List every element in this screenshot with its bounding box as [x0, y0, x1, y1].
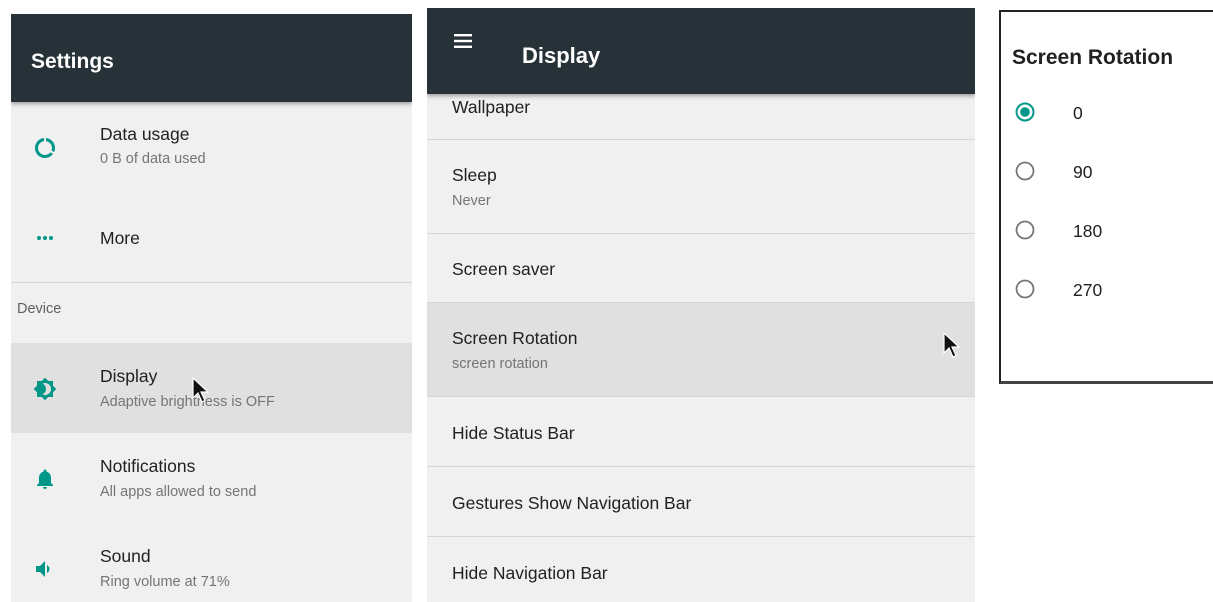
- display-item-sleep[interactable]: Sleep Never: [427, 140, 975, 234]
- rotation-option-label: 90: [1073, 162, 1093, 182]
- settings-app-bar: Settings: [11, 14, 412, 102]
- hide-nav-bar-title: Hide Navigation Bar: [452, 563, 608, 583]
- data-usage-subtitle: 0 B of data used: [100, 151, 206, 167]
- wallpaper-title: Wallpaper: [452, 97, 531, 117]
- display-item-screen-rotation[interactable]: Screen Rotation screen rotation: [427, 303, 975, 397]
- radio-unselected-icon[interactable]: [1014, 278, 1036, 300]
- sound-subtitle: Ring volume at 71%: [100, 574, 230, 590]
- device-section-header: Device: [17, 301, 62, 317]
- rotation-option-label: 180: [1073, 221, 1103, 241]
- bell-icon: [37, 469, 53, 489]
- sound-title: Sound: [100, 546, 151, 566]
- screen-rotation-dialog: Screen Rotation 0 90 180 270: [999, 10, 1213, 384]
- display-title: Display: [100, 366, 158, 386]
- display-item-gestures-nav-bar[interactable]: Gestures Show Navigation Bar: [427, 467, 975, 537]
- display-item-wallpaper[interactable]: Wallpaper: [427, 94, 975, 140]
- radio-unselected-icon[interactable]: [1014, 219, 1036, 241]
- gestures-nav-bar-title: Gestures Show Navigation Bar: [452, 493, 692, 513]
- display-item-hide-nav-bar[interactable]: Hide Navigation Bar: [427, 537, 975, 602]
- display-item-hide-status-bar[interactable]: Hide Status Bar: [427, 397, 975, 467]
- volume-icon: [36, 561, 50, 577]
- settings-item-notifications[interactable]: Notifications All apps allowed to send: [11, 433, 412, 523]
- display-item-screen-saver[interactable]: Screen saver: [427, 234, 975, 303]
- brightness-icon: [33, 377, 57, 401]
- rotation-option-label: 0: [1073, 103, 1083, 123]
- settings-item-sound[interactable]: Sound Ring volume at 71%: [11, 523, 412, 602]
- sleep-subtitle: Never: [452, 193, 491, 209]
- more-title: More: [100, 228, 140, 248]
- rotation-option-0[interactable]: 0: [1001, 92, 1213, 132]
- notifications-subtitle: All apps allowed to send: [100, 484, 257, 500]
- display-app-bar: Display: [427, 8, 975, 94]
- rotation-option-label: 270: [1073, 280, 1103, 300]
- display-subtitle: Adaptive brightness is OFF: [100, 394, 275, 410]
- display-title-bar: Display: [522, 43, 601, 68]
- rotation-option-180[interactable]: 180: [1001, 210, 1213, 250]
- mouse-cursor-icon: [192, 376, 210, 403]
- settings-title: Settings: [31, 50, 114, 73]
- screen-rotation-title: Screen Rotation: [452, 328, 578, 348]
- data-usage-title: Data usage: [100, 124, 190, 144]
- screen-rotation-subtitle: screen rotation: [452, 356, 548, 372]
- settings-panel: Settings Data usage 0 B of data used Mor…: [11, 14, 412, 602]
- mouse-cursor-icon: [943, 331, 961, 358]
- settings-item-data-usage[interactable]: Data usage 0 B of data used: [11, 102, 412, 192]
- hide-status-bar-title: Hide Status Bar: [452, 423, 575, 443]
- sleep-title: Sleep: [452, 165, 497, 185]
- more-dots-icon: [37, 236, 53, 240]
- hamburger-menu-icon[interactable]: [454, 34, 472, 48]
- notifications-title: Notifications: [100, 456, 196, 476]
- rotation-option-270[interactable]: 270: [1001, 269, 1213, 309]
- rotation-option-90[interactable]: 90: [1001, 151, 1213, 191]
- display-panel: Display Wallpaper Sleep Never Screen sav…: [427, 8, 975, 602]
- section-divider: [11, 282, 412, 283]
- settings-item-more[interactable]: More: [11, 192, 412, 282]
- data-usage-icon: [35, 138, 55, 158]
- screen-saver-title: Screen saver: [452, 259, 556, 279]
- rotation-dialog-title: Screen Rotation: [1012, 46, 1174, 69]
- radio-unselected-icon[interactable]: [1014, 160, 1036, 182]
- settings-item-display[interactable]: Display Adaptive brightness is OFF: [11, 343, 412, 433]
- radio-selected-icon[interactable]: [1014, 101, 1036, 123]
